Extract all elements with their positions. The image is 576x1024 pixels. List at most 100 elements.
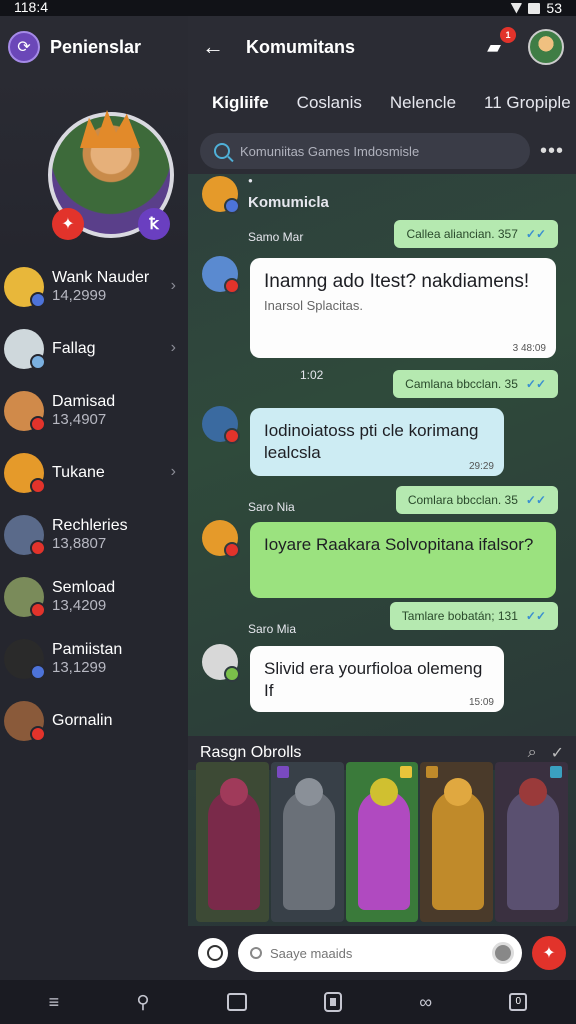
timestamp-pill: Comlara bbcclan. 35 ✓✓ [395, 486, 558, 514]
friend-score: 13,4209 [52, 597, 107, 614]
friend-avatar [4, 391, 46, 432]
friend-score: 13,1299 [52, 659, 107, 676]
menu-icon[interactable]: ≡ [49, 992, 60, 1013]
friend-info: Semload 13,4209 [52, 579, 115, 615]
battery-icon [528, 2, 541, 14]
friend-avatar [4, 515, 46, 556]
message-text: Inamng ado Itest? nakdiamens! [264, 271, 530, 292]
friend-list-item[interactable]: Wank Nauder 14,2999 › [0, 256, 188, 318]
notification-button[interactable]: ▰ 1 [480, 27, 516, 61]
character-image [208, 790, 260, 910]
double-check-icon: ✓✓ [525, 493, 546, 507]
wifi-icon [510, 2, 523, 14]
tab-2[interactable]: Nelencle [390, 93, 456, 113]
back-arrow-icon[interactable]: ← [202, 34, 232, 60]
sender-avatar[interactable] [202, 406, 240, 444]
friend-info: Rechleries 13,8807 [52, 517, 128, 553]
tab-bar: Kigliife Coslanis Nelencle 11 Gropiple [188, 78, 576, 128]
sidebar: ⟳ Penienslar ✦ ꝁ Wank Nauder 14,2999 › Fall… [0, 16, 188, 980]
sender-avatar[interactable] [202, 256, 240, 294]
link-icon[interactable]: ∞ [419, 992, 432, 1013]
send-button[interactable]: ✦ [532, 936, 566, 970]
chat-panel: ← Komumitans ▰ 1 Kigliife Coslanis Nelencl… [188, 16, 576, 980]
status-icons: 53 [510, 0, 562, 16]
tab-1[interactable]: Coslanis [297, 93, 362, 113]
message-bubble[interactable]: Slivid era yourfioloa olemeng If 15:09 [250, 646, 504, 712]
friend-info: Damisad 13,4907 [52, 393, 115, 429]
profile-icon[interactable] [198, 938, 228, 968]
emoji-icon[interactable] [492, 942, 514, 964]
message-text: Ioyare Raakara Solvopitana ifalsor? [264, 535, 534, 554]
friend-avatar [4, 267, 46, 308]
timestamp-pill: Camlana bbcclan. 35 ✓✓ [393, 370, 558, 398]
group-avatar[interactable] [202, 176, 240, 214]
fire-badge-icon[interactable]: ✦ [52, 208, 84, 240]
friend-score: 14,2999 [52, 287, 107, 304]
rarity-tag-icon [400, 766, 413, 778]
friend-name: Tukane [52, 464, 105, 481]
message-bubble[interactable]: Ioyare Raakara Solvopitana ifalsor? [250, 522, 556, 598]
search-bar[interactable] [200, 133, 530, 169]
friend-info: Fallag [52, 340, 96, 358]
message-bubble[interactable]: Inamng ado Itest? nakdiamens! Inarsol Sp… [250, 258, 556, 358]
friend-list-item[interactable]: Gornalin [0, 690, 188, 752]
character-head [369, 778, 398, 806]
character-image [507, 790, 560, 910]
chat-bubble-icon: ▰ [487, 36, 501, 57]
timestamp-text: Tamlare bobatán; 131 [401, 609, 518, 623]
friend-name: Pamiistan [52, 641, 123, 658]
camera-icon[interactable] [250, 947, 262, 959]
check-icon[interactable]: ✓ [551, 743, 564, 763]
tab-0[interactable]: Kigliife [212, 93, 269, 113]
message-bubble[interactable]: Iodinoiatoss pti cle korimang lealcsla 2… [250, 408, 504, 476]
sender-avatar[interactable] [202, 520, 240, 558]
friend-name: Wank Nauder [52, 269, 150, 286]
double-check-icon: ✓✓ [525, 377, 546, 391]
friend-list: Wank Nauder 14,2999 › Fallag › Damisad 13,4907… [0, 256, 188, 752]
square-zero-icon[interactable]: 0 [509, 993, 528, 1011]
tool-icon[interactable]: ⚲ [136, 992, 149, 1013]
user-avatar[interactable] [528, 29, 564, 65]
character-card[interactable] [196, 762, 269, 922]
sidebar-title: Penienslar [50, 36, 142, 57]
character-card[interactable] [420, 762, 494, 922]
character-card[interactable] [495, 762, 568, 922]
friend-avatar [4, 329, 46, 370]
friend-name: Fallag [52, 340, 96, 357]
guild-badge-icon[interactable]: ꝁ [138, 208, 170, 240]
more-options-icon[interactable]: ••• [540, 140, 564, 163]
message-time: 15:09 [468, 697, 494, 708]
shop-bag-icon[interactable] [324, 992, 343, 1012]
sender-name: 1:02 [300, 368, 324, 382]
friend-list-item[interactable]: Damisad 13,4907 [0, 380, 188, 442]
search-input[interactable] [240, 143, 470, 159]
friend-list-item[interactable]: Rechleries 13,8807 [0, 504, 188, 566]
page-title: Komumitans [246, 36, 356, 57]
online-dot: ● [248, 176, 253, 185]
message-input[interactable] [270, 945, 484, 961]
app-logo-icon[interactable]: ⟳ [8, 31, 40, 63]
chat-header: ← Komumitans ▰ 1 [188, 16, 576, 78]
friend-list-item[interactable]: Fallag › [0, 318, 188, 380]
double-check-icon: ✓✓ [525, 227, 546, 241]
tab-3[interactable]: 11 Gropiple [484, 93, 571, 113]
message-time: 3 48:09 [512, 343, 546, 354]
bottom-nav: ≡ ⚲ ∞ 0 [0, 980, 576, 1024]
status-time: 118:4 [14, 0, 48, 15]
message-text: Iodinoiatoss pti cle korimang lealcsla [264, 421, 479, 462]
friend-list-item[interactable]: Pamiistan 13,1299 [0, 628, 188, 690]
profile-card: ✦ ꝁ [0, 78, 188, 256]
search-icon[interactable]: ⌕ [528, 744, 537, 762]
character-card[interactable] [345, 762, 419, 922]
friend-list-item[interactable]: Tukane › [0, 442, 188, 504]
friend-avatar [4, 639, 46, 680]
friend-avatar [4, 577, 46, 618]
friend-list-item[interactable]: Semload 13,4209 [0, 566, 188, 628]
character-card[interactable] [270, 762, 344, 922]
window-icon[interactable] [226, 993, 247, 1011]
gallery-title: Rasgn Obrolls [200, 744, 302, 761]
chevron-right-icon: › [170, 277, 176, 294]
sender-avatar[interactable] [202, 644, 240, 682]
message-time: 29:29 [468, 461, 494, 472]
message-input-box[interactable] [238, 934, 522, 972]
